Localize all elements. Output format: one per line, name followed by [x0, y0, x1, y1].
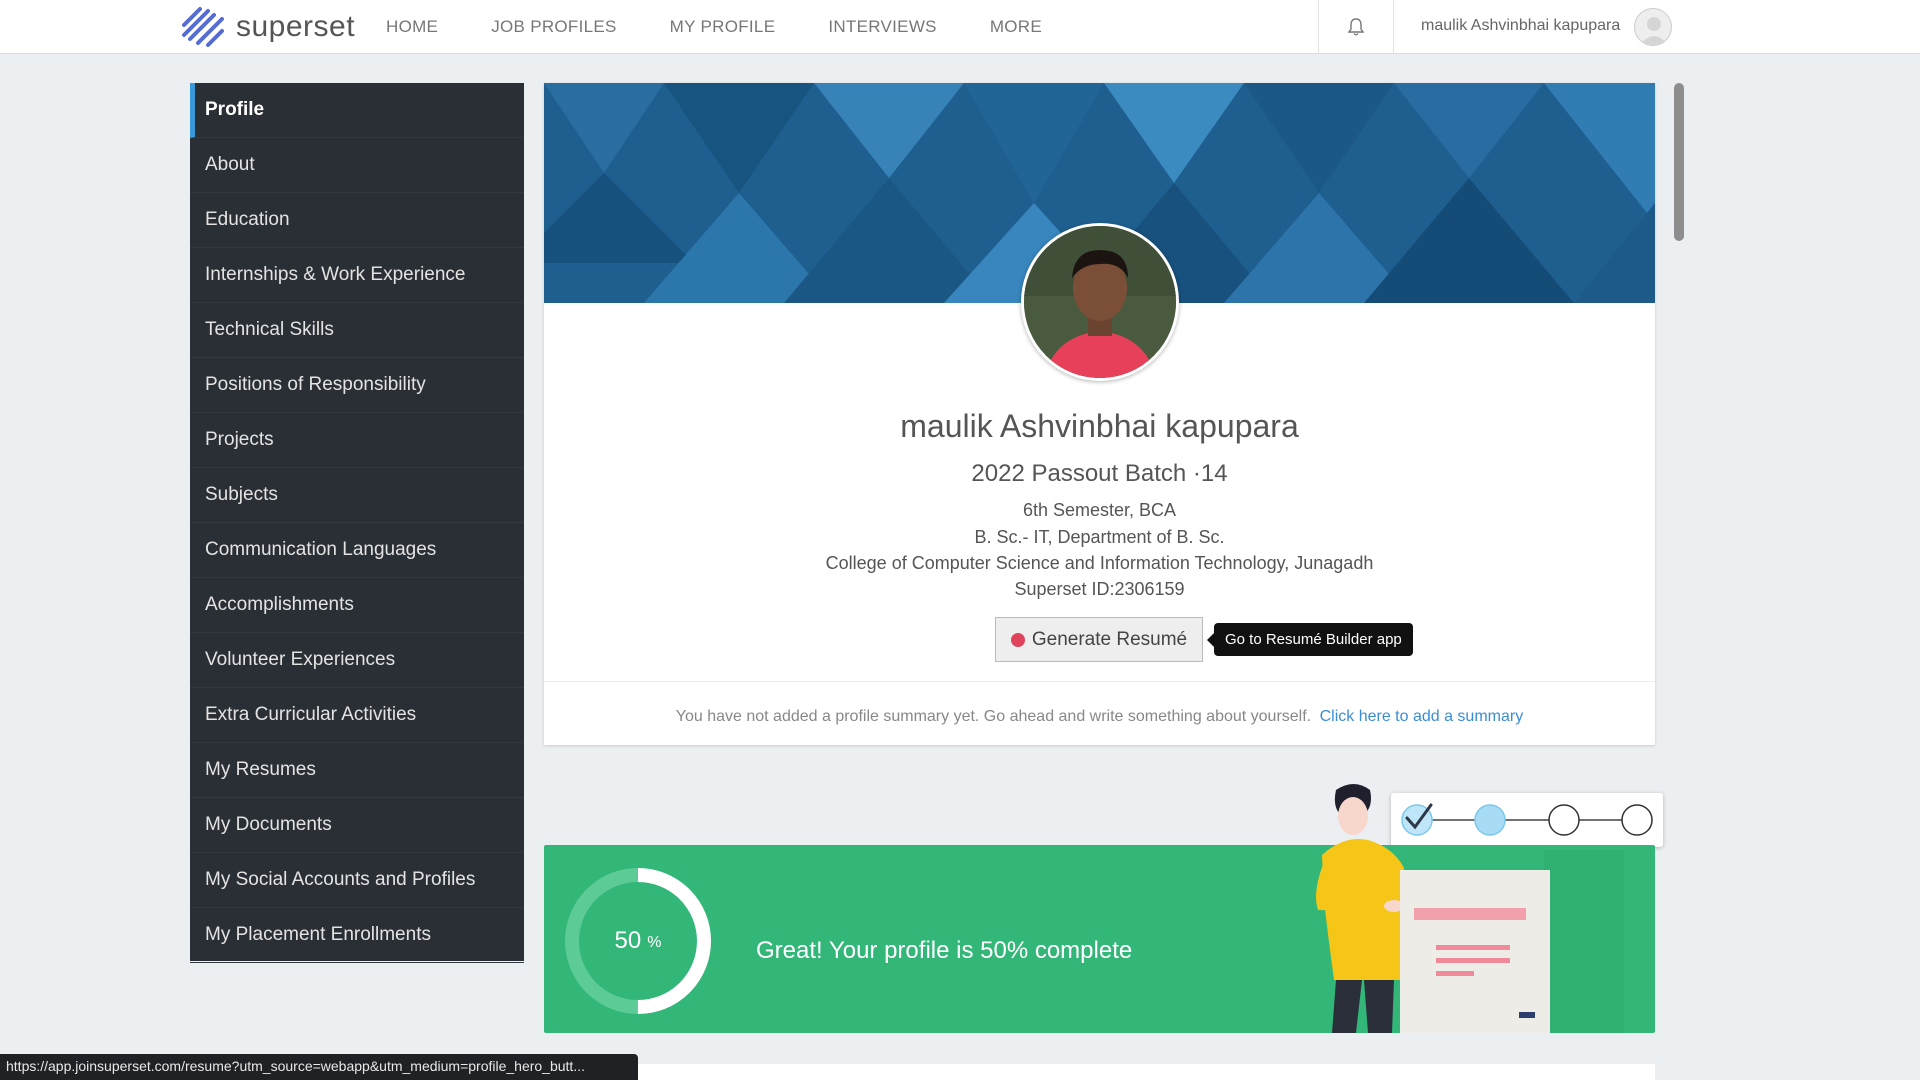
- sidebar-item-my-resumes[interactable]: My Resumes: [190, 743, 524, 798]
- profile-photo-image: [1024, 226, 1176, 378]
- avatar-placeholder-icon: [1640, 17, 1668, 45]
- sidebar-item-subjects[interactable]: Subjects: [190, 468, 524, 523]
- user-name[interactable]: maulik Ashvinbhai kapupara: [1421, 17, 1620, 35]
- sidebar-item-extracurricular[interactable]: Extra Curricular Activities: [190, 688, 524, 743]
- sidebar-item-accomplishments[interactable]: Accomplishments: [190, 578, 524, 633]
- completion-percent: 50%: [564, 867, 712, 1015]
- sidebar-item-profile[interactable]: Profile: [190, 83, 524, 138]
- generate-resume-label: Generate Resumé: [1031, 628, 1188, 650]
- profile-photo[interactable]: [1021, 223, 1179, 381]
- sidebar-item-volunteer[interactable]: Volunteer Experiences: [190, 633, 524, 688]
- profile-superset-id: Superset ID:2306159: [1014, 579, 1185, 599]
- logo-text: superset: [236, 10, 356, 43]
- sidebar-item-projects[interactable]: Projects: [190, 413, 524, 468]
- sidebar-item-internships[interactable]: Internships & Work Experience: [190, 248, 524, 303]
- nav-more[interactable]: MORE: [990, 17, 1042, 37]
- sidebar-item-positions[interactable]: Positions of Responsibility: [190, 358, 524, 413]
- profile-college: College of Computer Science and Informat…: [825, 553, 1374, 573]
- sidebar-item-languages[interactable]: Communication Languages: [190, 523, 524, 578]
- superset-logo[interactable]: superset: [178, 4, 355, 50]
- bell-icon: [1347, 18, 1365, 36]
- browser-status-url: https://app.joinsuperset.com/resume?utm_…: [0, 1054, 638, 1080]
- profile-department: B. Sc.- IT, Department of B. Sc.: [974, 527, 1225, 547]
- main-nav: HOME JOB PROFILES MY PROFILE INTERVIEWS …: [386, 0, 1095, 54]
- nav-my-profile[interactable]: MY PROFILE: [670, 17, 776, 37]
- resume-builder-tooltip: Go to Resumé Builder app: [1207, 623, 1413, 656]
- add-summary-link[interactable]: Click here to add a summary: [1320, 708, 1524, 725]
- profile-sidebar: Profile About Education Internships & Wo…: [190, 83, 524, 963]
- nav-interviews[interactable]: INTERVIEWS: [828, 17, 936, 37]
- nav-home[interactable]: HOME: [386, 17, 438, 37]
- profile-semester: 6th Semester, BCA: [1022, 500, 1177, 520]
- nav-job-profiles[interactable]: JOB PROFILES: [491, 17, 616, 37]
- summary-text: You have not added a profile summary yet…: [675, 708, 1312, 725]
- completion-percent-sign: %: [647, 934, 662, 951]
- sidebar-item-placement-enrollments[interactable]: My Placement Enrollments: [190, 908, 524, 963]
- user-avatar[interactable]: [1634, 8, 1672, 46]
- sidebar-item-education[interactable]: Education: [190, 193, 524, 248]
- divider: [544, 681, 1655, 682]
- profile-card: maulik Ashvinbhai kapupara 2022 Passout …: [544, 83, 1655, 745]
- completion-percent-value: 50: [614, 927, 642, 954]
- sidebar-item-technical-skills[interactable]: Technical Skills: [190, 303, 524, 358]
- sidebar-item-social-accounts[interactable]: My Social Accounts and Profiles: [190, 853, 524, 908]
- generate-resume-button[interactable]: Generate Resumé: [995, 617, 1203, 662]
- sidebar-item-my-documents[interactable]: My Documents: [190, 798, 524, 853]
- profile-batch: 2022 Passout Batch ·14: [971, 460, 1228, 487]
- profile-summary-placeholder: You have not added a profile summary yet…: [544, 708, 1655, 726]
- top-navbar: superset HOME JOB PROFILES MY PROFILE IN…: [0, 0, 1920, 54]
- profile-illustration: [1316, 784, 1624, 1033]
- notifications-button[interactable]: [1318, 0, 1394, 54]
- page-scrollbar[interactable]: [1674, 83, 1684, 241]
- profile-name: maulik Ashvinbhai kapupara: [900, 408, 1299, 444]
- next-card-edge: [638, 1064, 1655, 1080]
- superset-logo-icon: [182, 7, 224, 47]
- sidebar-item-about[interactable]: About: [190, 138, 524, 193]
- profile-completion-card: 50% Great! Your profile is 50% complete: [544, 784, 1655, 1033]
- completion-message: Great! Your profile is 50% complete: [756, 937, 1133, 964]
- record-dot-icon: [1010, 632, 1025, 647]
